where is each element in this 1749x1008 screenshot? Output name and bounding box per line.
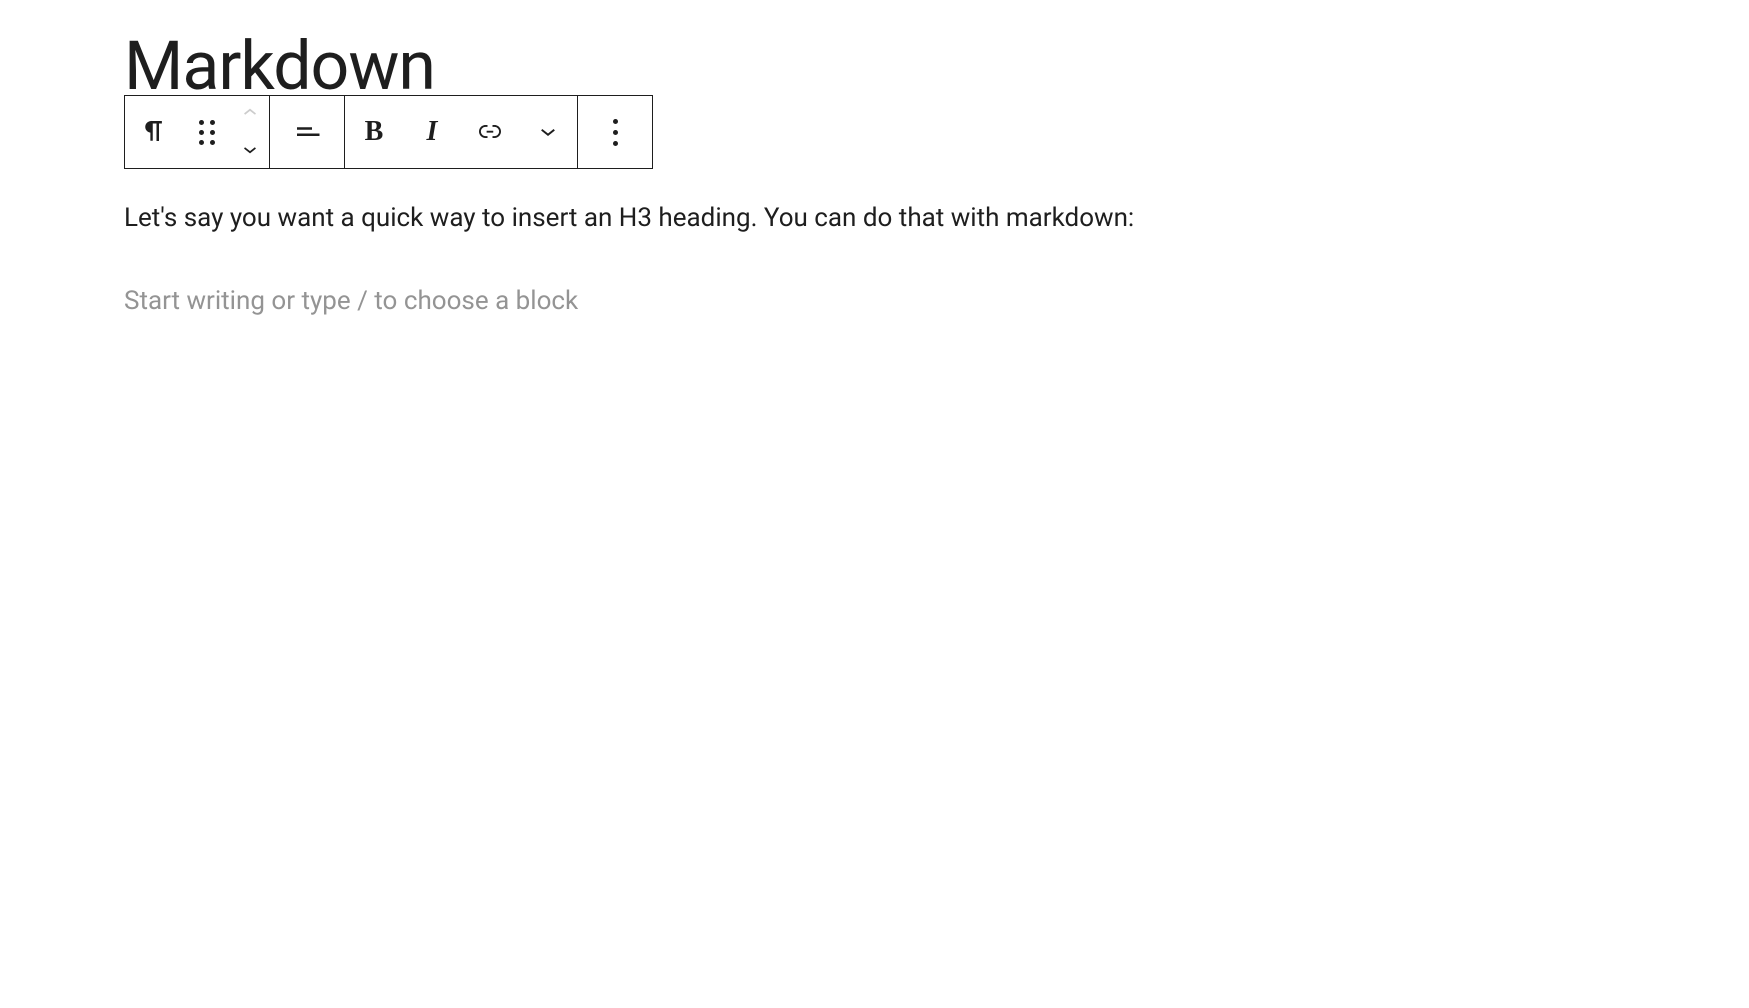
content-paragraph[interactable]: Let's say you want a quick way to insert… <box>124 199 1749 238</box>
toolbar-group-format: B I <box>345 96 578 168</box>
paragraph-block-button[interactable] <box>125 96 183 168</box>
drag-handle-icon <box>199 120 215 145</box>
block-mover-group <box>231 96 269 168</box>
bold-button[interactable]: B <box>345 96 403 168</box>
chevron-down-icon <box>237 136 263 165</box>
align-button[interactable] <box>270 96 344 168</box>
link-icon <box>475 116 505 149</box>
bold-icon: B <box>365 116 384 148</box>
italic-icon: I <box>427 116 438 148</box>
editor-container: Markdown <box>0 0 1749 321</box>
page-title[interactable]: Markdown <box>124 32 1749 100</box>
block-toolbar: B I <box>124 95 653 169</box>
options-button[interactable] <box>578 96 652 168</box>
move-up-button[interactable] <box>231 96 269 132</box>
pilcrow-icon <box>139 116 169 149</box>
drag-handle-button[interactable] <box>183 96 231 168</box>
empty-block-placeholder[interactable]: Start writing or type / to choose a bloc… <box>124 282 1749 321</box>
toolbar-group-block-type <box>125 96 270 168</box>
link-button[interactable] <box>461 96 519 168</box>
toolbar-group-align <box>270 96 345 168</box>
toolbar-group-options <box>578 96 652 168</box>
align-left-icon <box>292 116 322 149</box>
chevron-up-icon <box>237 100 263 129</box>
more-vertical-icon <box>613 119 618 146</box>
italic-button[interactable]: I <box>403 96 461 168</box>
chevron-down-icon <box>533 116 563 149</box>
more-format-button[interactable] <box>519 96 577 168</box>
move-down-button[interactable] <box>231 132 269 168</box>
